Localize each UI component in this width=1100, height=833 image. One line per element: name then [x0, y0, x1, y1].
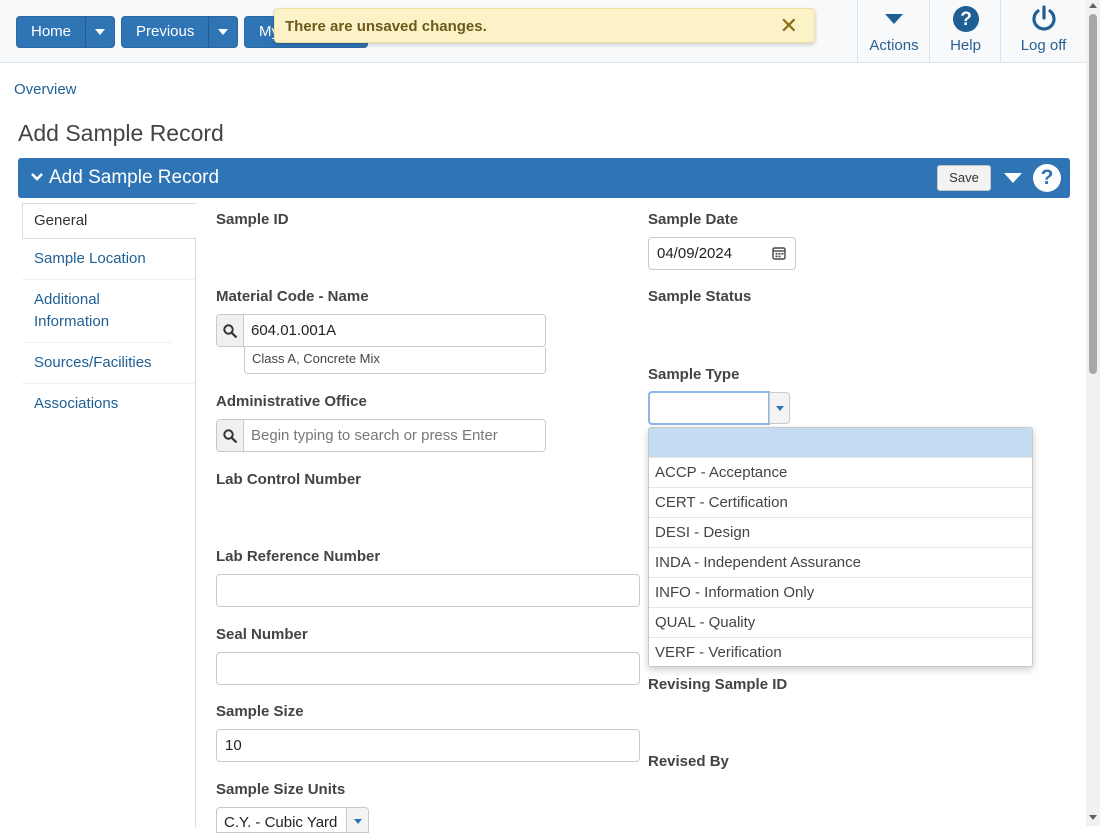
sample-size-label: Sample Size [216, 703, 304, 720]
notification-message: There are unsaved changes. [285, 18, 487, 35]
top-toolbar: Home Previous My There are unsaved chang… [0, 0, 1086, 63]
chevron-down-icon[interactable] [30, 170, 44, 184]
material-code-label: Material Code - Name [216, 288, 369, 305]
sample-type-input[interactable] [648, 391, 770, 425]
nav-divider [195, 238, 196, 828]
material-code-input[interactable]: 604.01.001A [216, 314, 546, 347]
home-dropdown-toggle[interactable] [86, 17, 114, 47]
tab-sources-facilities[interactable]: Sources/Facilities [22, 343, 196, 384]
sample-type-option[interactable]: CERT - Certification [649, 488, 1032, 518]
home-split-button[interactable]: Home [16, 16, 116, 48]
tab-general[interactable]: General [22, 203, 196, 239]
lab-reference-number-input[interactable] [216, 574, 640, 607]
sample-size-units-value: C.Y. - Cubic Yard [224, 814, 338, 831]
units-dropdown-toggle[interactable] [346, 808, 368, 832]
actions-label: Actions [869, 37, 919, 54]
sample-size-units-label: Sample Size Units [216, 781, 346, 798]
administrative-office-input[interactable]: Begin typing to search or press Enter [216, 419, 546, 452]
caret-down-icon [885, 14, 903, 24]
sample-date-input[interactable]: 04/09/2024 [648, 237, 796, 270]
administrative-office-label: Administrative Office [216, 393, 367, 410]
sample-type-select[interactable] [648, 391, 790, 425]
home-button[interactable]: Home [17, 17, 87, 47]
previous-split-button[interactable]: Previous [121, 16, 239, 48]
chevron-down-icon [218, 29, 229, 35]
svg-text:?: ? [960, 9, 972, 30]
sample-type-dropdown-toggle[interactable] [769, 392, 790, 424]
sample-date-label: Sample Date [648, 211, 739, 228]
sample-id-label: Sample ID [216, 211, 289, 228]
sample-type-option[interactable]: DESI - Design [649, 518, 1032, 548]
unsaved-changes-notification: There are unsaved changes. ✕ [274, 8, 815, 43]
scroll-down-icon[interactable] [1089, 815, 1097, 820]
material-code-value: 604.01.001A [251, 322, 337, 339]
sample-status-label: Sample Status [648, 288, 752, 305]
revised-by-label: Revised By [648, 753, 729, 770]
logoff-label: Log off [1020, 37, 1067, 54]
tab-associations[interactable]: Associations [22, 384, 196, 424]
page-scrollbar[interactable] [1086, 0, 1100, 826]
sample-type-option[interactable]: INFO - Information Only [649, 578, 1032, 608]
sample-size-input[interactable]: 10 [216, 729, 640, 762]
material-description: Class A, Concrete Mix [244, 347, 546, 374]
logoff-button[interactable]: Log off [1000, 0, 1086, 63]
sample-type-option[interactable]: ACCP - Acceptance [649, 458, 1032, 488]
sample-size-units-select[interactable]: C.Y. - Cubic Yard [216, 807, 369, 833]
page-title: Add Sample Record [18, 120, 224, 146]
chevron-down-icon [95, 29, 106, 35]
revising-sample-id-label: Revising Sample ID [648, 676, 788, 693]
sample-type-option[interactable]: QUAL - Quality [649, 608, 1032, 638]
sample-type-option[interactable]: VERF - Verification [649, 638, 1032, 668]
lab-control-number-label: Lab Control Number [216, 471, 361, 488]
power-icon [1031, 5, 1056, 31]
seal-number-input[interactable] [216, 652, 640, 685]
search-icon [223, 428, 237, 443]
close-icon[interactable]: ✕ [780, 15, 798, 37]
scroll-thumb[interactable] [1089, 14, 1097, 374]
help-icon: ? [952, 6, 979, 32]
panel-header: Add Sample Record Save ? [18, 158, 1070, 198]
calendar-icon[interactable] [772, 246, 786, 260]
breadcrumb-overview[interactable]: Overview [14, 81, 77, 98]
seal-number-label: Seal Number [216, 626, 308, 643]
chevron-down-icon [353, 818, 362, 824]
administrative-office-placeholder: Begin typing to search or press Enter [251, 427, 498, 444]
search-icon [223, 323, 237, 338]
scroll-up-icon[interactable] [1089, 3, 1097, 8]
save-button[interactable]: Save [937, 165, 991, 191]
previous-button[interactable]: Previous [122, 17, 210, 47]
sample-type-label: Sample Type [648, 366, 740, 383]
help-button[interactable]: ? Help [929, 0, 1001, 63]
panel-title[interactable]: Add Sample Record [49, 167, 219, 189]
actions-button[interactable]: Actions [857, 0, 930, 63]
sample-type-option[interactable] [649, 428, 1032, 458]
panel-menu-icon[interactable] [1004, 173, 1022, 183]
sample-type-option[interactable]: INDA - Independent Assurance [649, 548, 1032, 578]
lab-reference-number-label: Lab Reference Number [216, 548, 381, 565]
tab-additional-information[interactable]: Additional Information [22, 280, 172, 343]
help-label: Help [950, 37, 981, 54]
section-nav: General Sample Location Additional Infor… [22, 203, 196, 424]
tab-sample-location[interactable]: Sample Location [22, 239, 196, 280]
sample-type-options-list: ACCP - Acceptance CERT - Certification D… [648, 427, 1033, 667]
panel-help-icon[interactable]: ? [1033, 164, 1061, 192]
chevron-down-icon [775, 405, 784, 411]
previous-dropdown-toggle[interactable] [209, 17, 237, 47]
sample-date-value: 04/09/2024 [657, 245, 733, 262]
